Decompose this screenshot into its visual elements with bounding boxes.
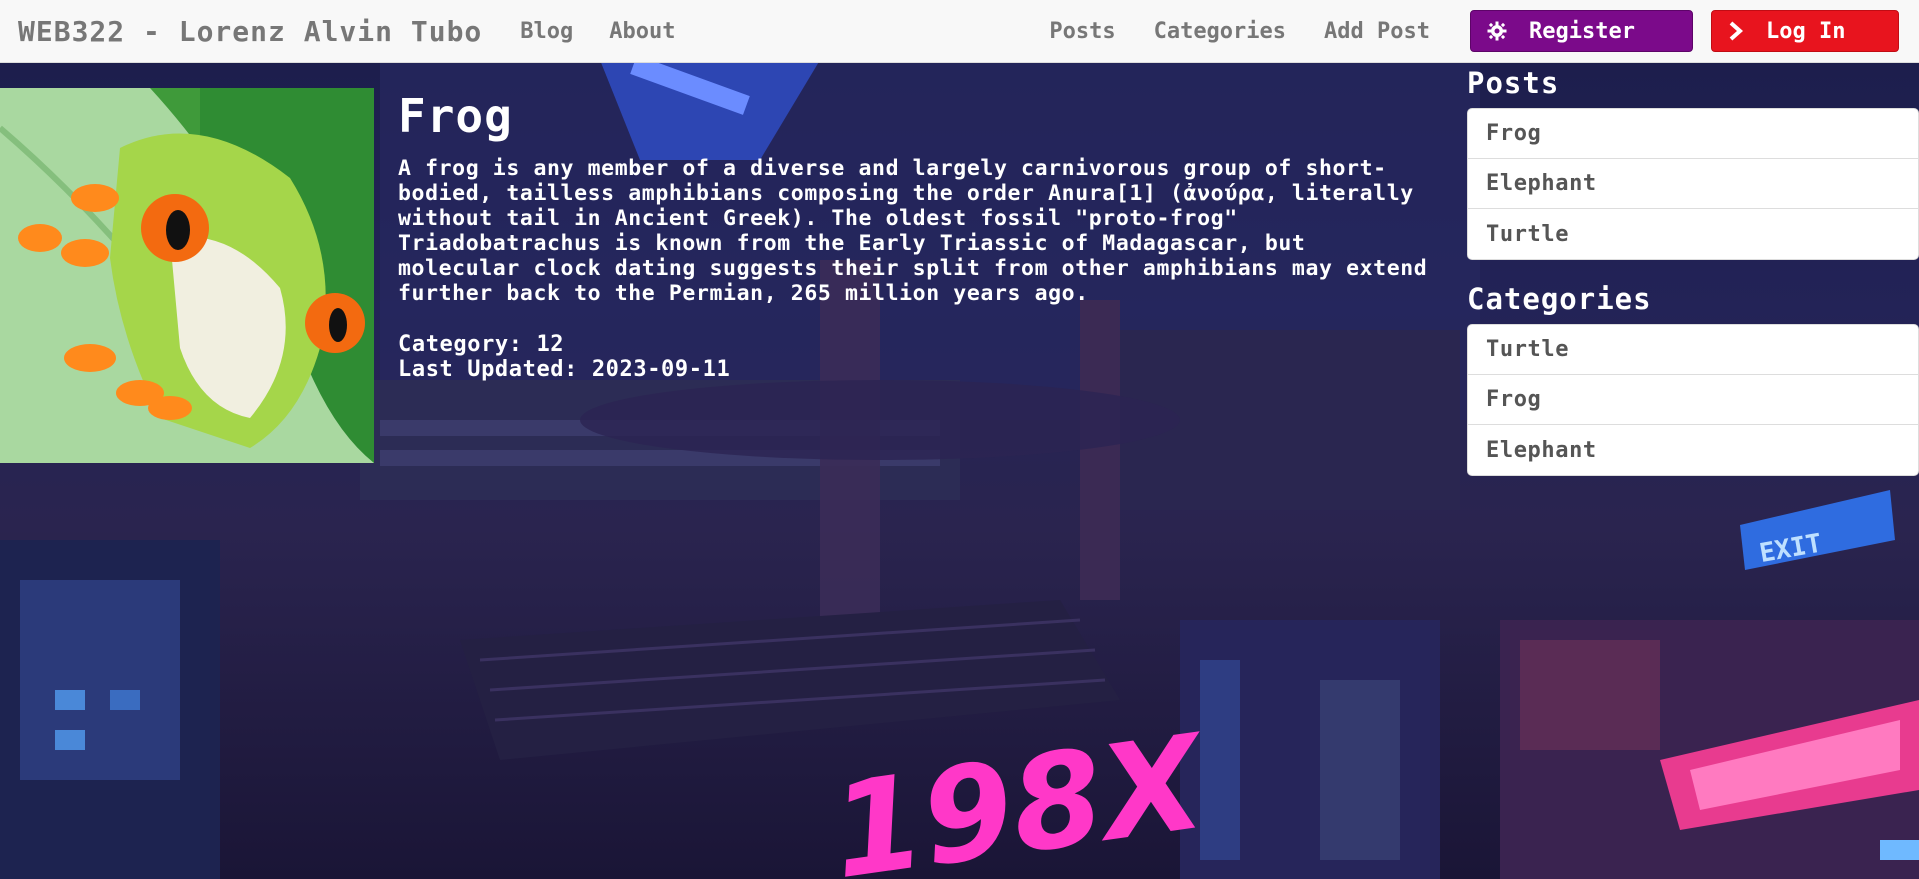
posts-list-item-elephant[interactable]: Elephant — [1468, 159, 1918, 209]
categories-list-item-elephant[interactable]: Elephant — [1468, 425, 1918, 475]
sidebar-categories-heading: Categories — [1467, 282, 1652, 316]
post-last-updated: Last Updated: 2023-09-11 — [398, 357, 731, 382]
register-label: Register — [1529, 18, 1635, 44]
nav-link-about[interactable]: About — [609, 19, 675, 44]
posts-list: Frog Elephant Turtle — [1467, 108, 1919, 260]
login-label: Log In — [1766, 18, 1846, 44]
post-content: Frog A frog is any member of a diverse a… — [398, 88, 1428, 382]
post-image-frog — [0, 88, 374, 463]
login-button[interactable]: Log In — [1711, 10, 1899, 52]
register-button[interactable]: Register — [1470, 10, 1693, 52]
post-body: A frog is any member of a diverse and la… — [398, 156, 1428, 306]
nav-left-links: Blog About — [520, 19, 675, 44]
nav-link-categories[interactable]: Categories — [1154, 19, 1286, 44]
post-meta: Category: 12 Last Updated: 2023-09-11 — [398, 332, 1428, 382]
nav-link-add-post[interactable]: Add Post — [1324, 19, 1430, 44]
post-title: Frog — [398, 89, 513, 143]
neon-sign-text: 198X — [823, 705, 1218, 879]
nav-link-blog[interactable]: Blog — [520, 19, 573, 44]
categories-list-item-frog[interactable]: Frog — [1468, 375, 1918, 425]
nav-link-posts[interactable]: Posts — [1049, 19, 1115, 44]
brand-title[interactable]: WEB322 - Lorenz Alvin Tubo — [18, 15, 482, 48]
gear-icon — [1487, 21, 1507, 41]
posts-list-item-frog[interactable]: Frog — [1468, 109, 1918, 159]
navbar: WEB322 - Lorenz Alvin Tubo Blog About Po… — [0, 0, 1919, 63]
posts-list-item-turtle[interactable]: Turtle — [1468, 209, 1918, 259]
post-category: Category: 12 — [398, 332, 565, 357]
chevron-right-icon — [1728, 21, 1744, 41]
nav-right-links: Posts Categories Add Post — [1049, 19, 1430, 44]
categories-list-item-turtle[interactable]: Turtle — [1468, 325, 1918, 375]
sidebar: Posts Frog Elephant Turtle Categories Tu… — [1467, 66, 1919, 498]
categories-list: Turtle Frog Elephant — [1467, 324, 1919, 476]
sidebar-posts-heading: Posts — [1467, 66, 1560, 100]
